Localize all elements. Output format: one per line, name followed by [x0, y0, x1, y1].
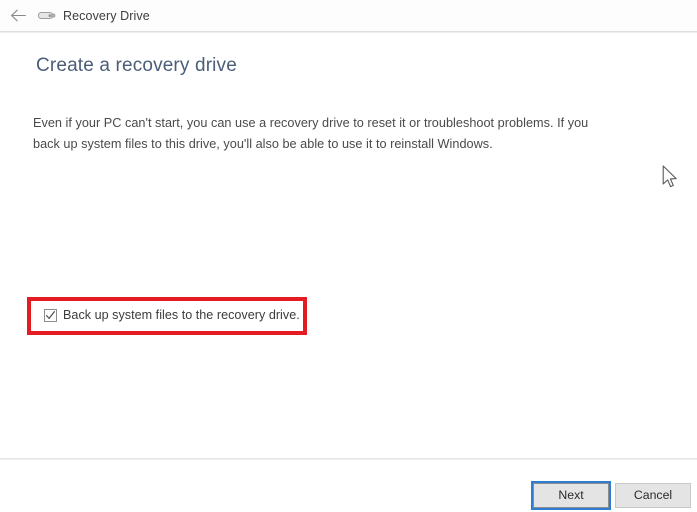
cancel-button[interactable]: Cancel: [615, 483, 691, 508]
backup-checkbox-label: Back up system files to the recovery dri…: [63, 308, 300, 322]
window-titlebar: Recovery Drive: [0, 0, 697, 31]
window-title: Recovery Drive: [63, 8, 150, 23]
backup-option-highlight: Back up system files to the recovery dri…: [27, 297, 307, 335]
recovery-drive-window: Recovery Drive Create a recovery drive E…: [0, 0, 697, 512]
backup-checkbox-row[interactable]: Back up system files to the recovery dri…: [44, 308, 300, 322]
page-title: Create a recovery drive: [36, 55, 237, 76]
back-button[interactable]: [3, 3, 33, 29]
backup-system-files-checkbox[interactable]: [44, 308, 57, 322]
page-description: Even if your PC can't start, you can use…: [33, 116, 589, 151]
main-content: Create a recovery drive Even if your PC …: [0, 33, 697, 458]
next-button[interactable]: Next: [531, 481, 611, 510]
back-arrow-icon: [10, 9, 27, 22]
usb-drive-icon: [38, 8, 56, 24]
